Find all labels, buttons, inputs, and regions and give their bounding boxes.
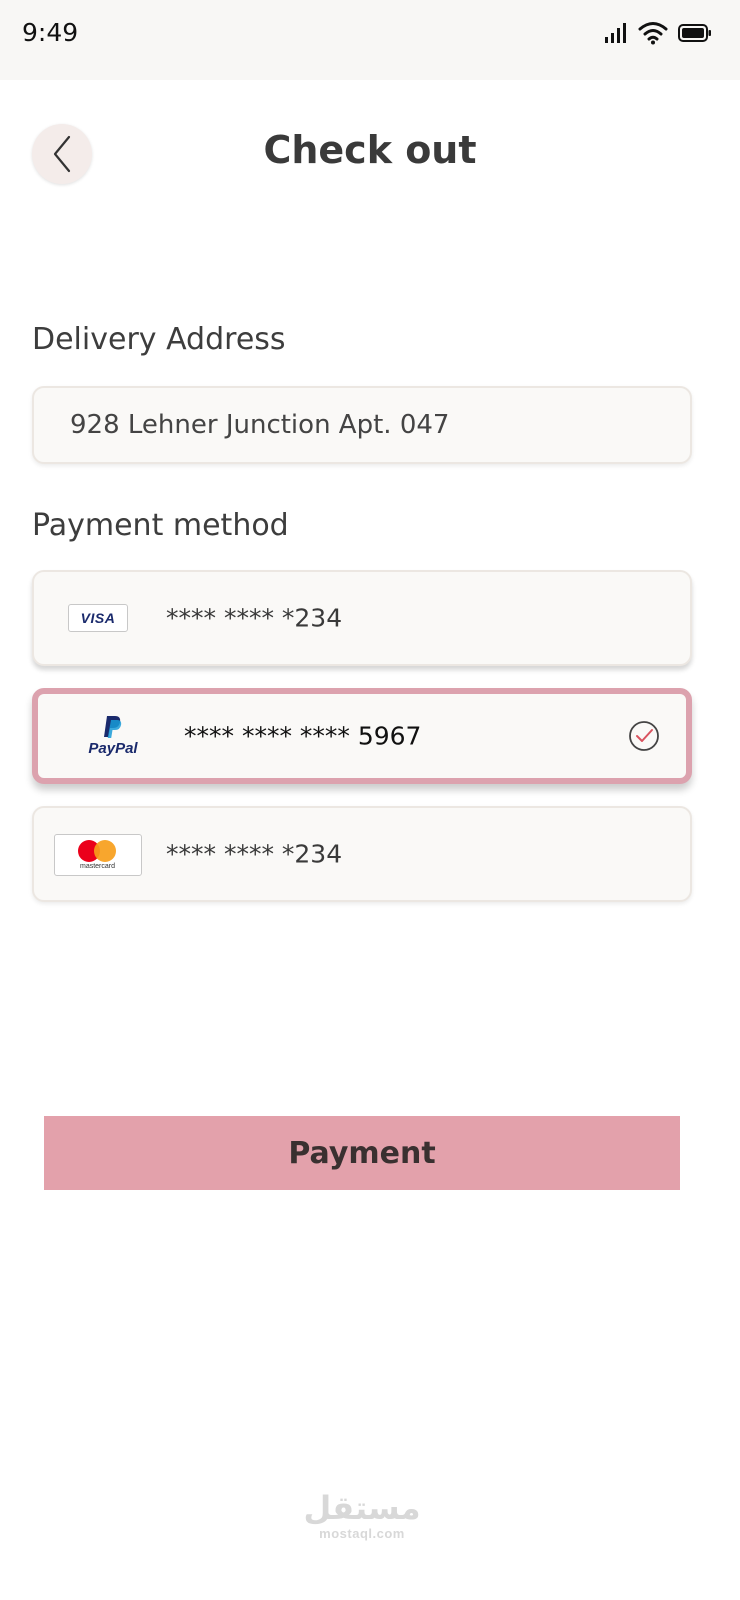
paypal-wordmark: PayPal	[88, 740, 138, 757]
payment-option-visa[interactable]: VISA **** **** *234	[32, 570, 692, 666]
battery-icon	[678, 24, 711, 42]
delivery-address-input[interactable]	[32, 386, 692, 464]
page-title: Check out	[263, 128, 477, 172]
paypal-logo: PayPal	[78, 714, 148, 762]
watermark: مستقل mostaql.com	[0, 1490, 724, 1541]
delivery-address-label: Delivery Address	[32, 322, 286, 357]
watermark-arabic: مستقل	[303, 1489, 421, 1527]
payment-option-mastercard[interactable]: mastercard **** **** *234	[32, 806, 692, 902]
payment-method-label: Payment method	[32, 508, 289, 543]
payment-option-paypal[interactable]: PayPal **** **** **** 5967	[32, 688, 692, 784]
mastercard-logo: mastercard	[54, 834, 142, 876]
check-circle-icon	[629, 721, 659, 751]
watermark-latin: mostaql.com	[319, 1526, 405, 1541]
mastercard-wordmark: mastercard	[79, 863, 115, 870]
payment-button[interactable]: Payment	[44, 1116, 680, 1190]
card-number: **** **** *234	[166, 603, 343, 633]
card-number: **** **** *234	[166, 839, 343, 869]
paypal-p-icon	[104, 716, 122, 738]
status-time: 9:49	[22, 18, 79, 47]
wifi-icon	[638, 22, 668, 45]
signal-icon	[605, 23, 626, 43]
status-bar: 9:49	[0, 0, 740, 80]
visa-logo: VISA	[68, 604, 128, 632]
status-icons	[604, 20, 712, 46]
card-number: **** **** **** 5967	[184, 721, 422, 751]
